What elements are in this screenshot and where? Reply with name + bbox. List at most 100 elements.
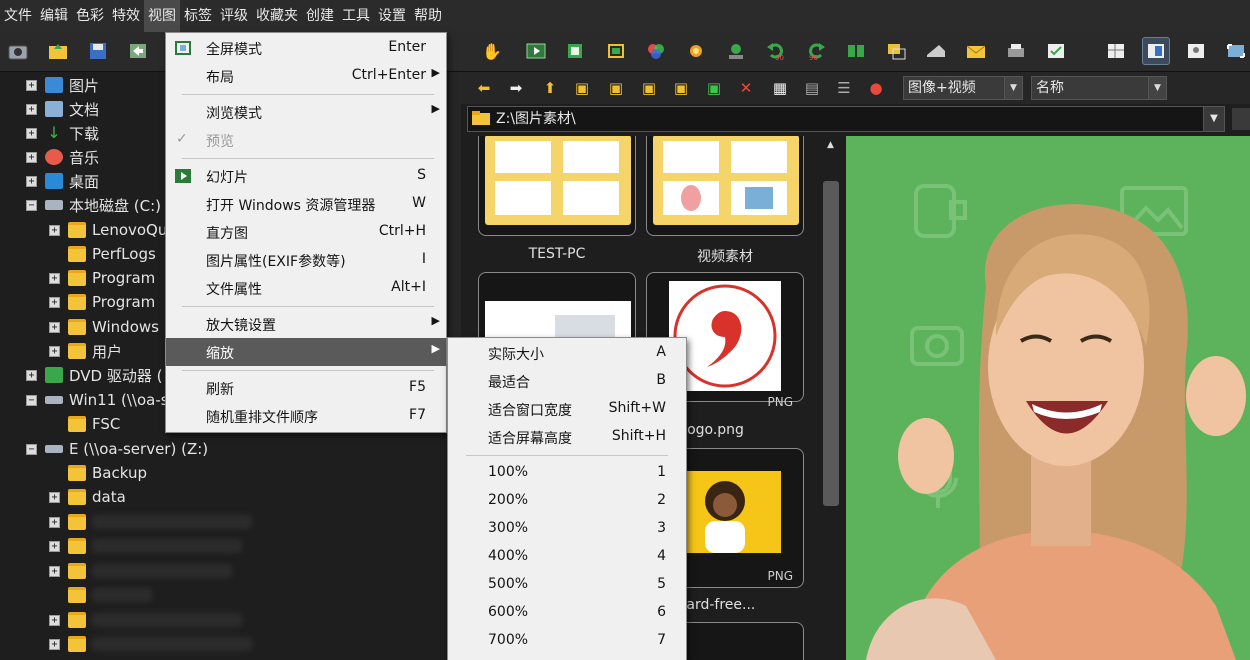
tree-item-data[interactable]: + data bbox=[49, 485, 126, 509]
menu-create[interactable]: 创建 bbox=[302, 0, 338, 32]
menu-file[interactable]: 文件 bbox=[0, 0, 36, 32]
expand-icon[interactable]: + bbox=[49, 224, 60, 236]
resize-icon[interactable] bbox=[882, 37, 910, 65]
address-extra-button[interactable] bbox=[1232, 108, 1250, 130]
expand-icon[interactable]: + bbox=[49, 540, 60, 552]
sort-select[interactable]: 名称 ▼ bbox=[1031, 76, 1167, 100]
new-folder-icon[interactable]: ▣ bbox=[605, 78, 627, 98]
menu-item-refresh[interactable]: 刷新 F5 bbox=[166, 374, 446, 402]
delete-icon[interactable]: ✕ bbox=[735, 78, 757, 98]
expand-icon[interactable]: + bbox=[49, 321, 60, 333]
expand-icon[interactable]: + bbox=[26, 127, 37, 139]
menu-item-zoom-500[interactable]: 500% 5 bbox=[448, 571, 686, 599]
menu-item-layout[interactable]: 布局 Ctrl+Enter ▶ bbox=[166, 62, 446, 90]
expand-icon[interactable]: + bbox=[26, 151, 37, 163]
menu-item-histogram[interactable]: 直方图 Ctrl+H bbox=[166, 218, 446, 246]
crop-icon[interactable] bbox=[602, 37, 630, 65]
scroll-up-icon[interactable]: ▲ bbox=[827, 140, 834, 150]
menu-item-image-properties[interactable]: 图片属性(EXIF参数等) I bbox=[166, 246, 446, 274]
menu-help[interactable]: 帮助 bbox=[410, 0, 446, 32]
menu-item-actual-size[interactable]: 实际大小 A bbox=[448, 339, 686, 367]
tree-item-redacted[interactable] bbox=[68, 583, 152, 607]
menu-settings[interactable]: 设置 bbox=[374, 0, 410, 32]
address-bar[interactable]: Z:\图片素材\ bbox=[467, 106, 1225, 132]
forward-arrow-icon[interactable]: ➡ bbox=[505, 78, 527, 98]
hand-pan-icon[interactable]: ✋ bbox=[478, 37, 506, 65]
menu-tags[interactable]: 标签 bbox=[180, 0, 216, 32]
menu-effects[interactable]: 特效 bbox=[108, 0, 144, 32]
layout-preview-icon[interactable] bbox=[1142, 37, 1170, 65]
menu-item-magnifier-settings[interactable]: 放大镜设置 ▶ bbox=[166, 310, 446, 338]
file-filter-select[interactable]: 图像+视频 ▼ bbox=[903, 76, 1023, 100]
expand-icon[interactable]: + bbox=[26, 79, 37, 91]
menu-item-fullscreen[interactable]: 全屏模式 Enter bbox=[166, 34, 446, 62]
menu-item-zoom-400[interactable]: 400% 4 bbox=[448, 543, 686, 571]
tree-item-redacted[interactable]: + bbox=[49, 608, 242, 632]
menu-view[interactable]: 视图 bbox=[144, 0, 180, 32]
collapse-icon[interactable]: − bbox=[26, 199, 37, 211]
menu-item-zoom-200[interactable]: 200% 2 bbox=[448, 487, 686, 515]
menu-tools[interactable]: 工具 bbox=[338, 0, 374, 32]
menu-item-fit-width[interactable]: 适合窗口宽度 Shift+W bbox=[448, 395, 686, 423]
menu-color[interactable]: 色彩 bbox=[72, 0, 108, 32]
tree-item-dvd[interactable]: + DVD 驱动器 ( bbox=[26, 363, 163, 387]
expand-icon[interactable]: + bbox=[49, 614, 60, 626]
print-icon[interactable] bbox=[1002, 37, 1030, 65]
image-preview-pane[interactable] bbox=[846, 136, 1250, 660]
tree-item-documents[interactable]: + 文档 bbox=[26, 97, 99, 121]
export-icon[interactable] bbox=[562, 37, 590, 65]
details-view-icon[interactable]: ☰ bbox=[833, 78, 855, 98]
back-icon[interactable] bbox=[124, 37, 152, 65]
menu-item-slideshow[interactable]: 幻灯片 S bbox=[166, 162, 446, 190]
user-globe-icon[interactable] bbox=[722, 37, 750, 65]
copy-to-icon[interactable]: ▣ bbox=[670, 78, 692, 98]
tree-item-e-network[interactable]: − E (\\oa-server) (Z:) bbox=[26, 437, 208, 461]
menu-rating[interactable]: 评级 bbox=[216, 0, 252, 32]
back-arrow-icon[interactable]: ⬅ bbox=[473, 78, 495, 98]
expand-icon[interactable]: + bbox=[26, 369, 37, 381]
effects-icon[interactable] bbox=[682, 37, 710, 65]
tree-item-program-files[interactable]: + Program bbox=[49, 266, 155, 290]
tree-item-redacted[interactable]: + bbox=[49, 534, 242, 558]
menu-favorites[interactable]: 收藏夹 bbox=[252, 0, 302, 32]
scroll-thumb[interactable] bbox=[823, 181, 839, 506]
save-icon[interactable] bbox=[84, 37, 112, 65]
folder-star-icon[interactable]: ▣ bbox=[638, 78, 660, 98]
tree-item-lenovoqu[interactable]: + LenovoQu bbox=[49, 218, 167, 242]
layout-single-icon[interactable] bbox=[1182, 37, 1210, 65]
tree-item-perflogs[interactable]: PerfLogs bbox=[68, 242, 156, 266]
slideshow-toolbar-icon[interactable] bbox=[522, 37, 550, 65]
menu-item-zoom-600[interactable]: 600% 6 bbox=[448, 599, 686, 627]
expand-icon[interactable]: + bbox=[49, 638, 60, 650]
tree-item-redacted[interactable]: + bbox=[49, 632, 252, 656]
scanner-icon[interactable] bbox=[922, 37, 950, 65]
expand-icon[interactable]: + bbox=[49, 272, 60, 284]
menu-item-zoom[interactable]: 缩放 ▶ bbox=[166, 338, 446, 366]
folder-refresh-icon[interactable]: ▣ bbox=[571, 78, 593, 98]
menu-item-shuffle[interactable]: 随机重排文件顺序 F7 bbox=[166, 402, 446, 430]
camera-import-icon[interactable] bbox=[4, 37, 32, 65]
tree-item-win11-network[interactable]: − Win11 (\\oa-s bbox=[26, 388, 169, 412]
expand-icon[interactable]: + bbox=[49, 491, 60, 503]
collapse-icon[interactable]: − bbox=[26, 394, 37, 406]
thumbnail-view-icon[interactable]: ▦ bbox=[769, 78, 791, 98]
tree-item-program-files-x86[interactable]: + Program bbox=[49, 290, 155, 314]
tree-item-local-disk-c[interactable]: − 本地磁盘 (C:) bbox=[26, 193, 161, 217]
batch-icon[interactable] bbox=[1042, 37, 1070, 65]
menu-item-browse-mode[interactable]: 浏览模式 ▶ bbox=[166, 98, 446, 126]
expand-icon[interactable]: + bbox=[26, 175, 37, 187]
menu-item-open-explorer[interactable]: 打开 Windows 资源管理器 W bbox=[166, 190, 446, 218]
tree-item-backup[interactable]: Backup bbox=[68, 461, 147, 485]
tree-item-downloads[interactable]: + ↓ 下载 bbox=[26, 121, 99, 145]
expand-icon[interactable]: + bbox=[49, 565, 60, 577]
open-folder-icon[interactable] bbox=[44, 37, 72, 65]
rotate-left-icon[interactable]: 90 bbox=[762, 37, 790, 65]
menu-item-zoom-700[interactable]: 700% 7 bbox=[448, 627, 686, 655]
expand-icon[interactable]: + bbox=[26, 103, 37, 115]
move-to-icon[interactable]: ▣ bbox=[703, 78, 725, 98]
tree-item-pictures[interactable]: + 图片 bbox=[26, 73, 99, 97]
expand-icon[interactable]: + bbox=[49, 345, 60, 357]
filter-icon[interactable]: ● bbox=[865, 78, 887, 98]
list-view-icon[interactable]: ▤ bbox=[801, 78, 823, 98]
tree-item-desktop[interactable]: + 桌面 bbox=[26, 169, 99, 193]
